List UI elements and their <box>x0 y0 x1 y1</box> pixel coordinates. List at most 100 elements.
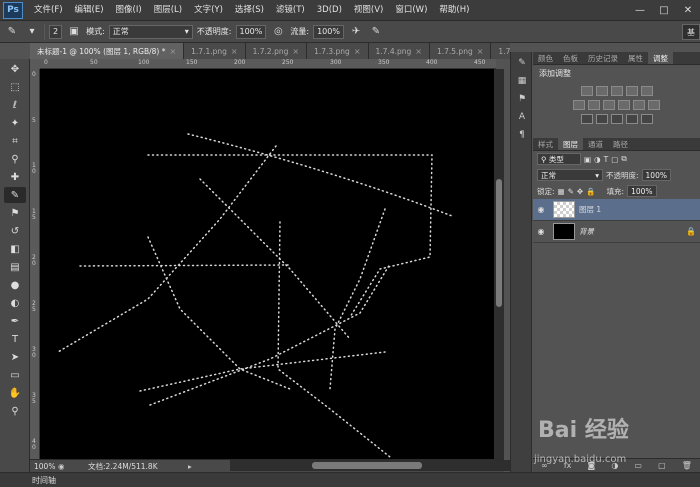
menu-file[interactable]: 文件(F) <box>28 0 69 21</box>
eraser-tool-icon[interactable]: ◧ <box>4 241 26 257</box>
lock-all-icon[interactable]: 🔒 <box>586 187 595 196</box>
hand-tool-icon[interactable]: ✋ <box>4 385 26 401</box>
pen-tool-icon[interactable]: ✒ <box>4 313 26 329</box>
menu-type[interactable]: 文字(Y) <box>188 0 229 21</box>
vibrance-icon[interactable] <box>640 86 653 96</box>
tab-layers[interactable]: 图层 <box>558 138 583 150</box>
threshold-icon[interactable] <box>610 114 623 124</box>
brush-presets-icon[interactable]: ▦ <box>513 74 531 88</box>
exposure-icon[interactable] <box>625 86 638 96</box>
tab-document[interactable]: 1.7.1.png × <box>184 43 246 59</box>
tab-adjustments[interactable]: 调整 <box>648 52 673 64</box>
brush-tool-icon[interactable]: ✎ <box>4 187 26 203</box>
tab-color[interactable]: 颜色 <box>533 52 558 64</box>
menu-window[interactable]: 窗口(W) <box>389 0 433 21</box>
close-icon[interactable]: × <box>354 47 361 56</box>
lock-pixels-icon[interactable]: ✎ <box>568 187 574 196</box>
brightness-icon[interactable] <box>580 86 593 96</box>
healing-brush-tool-icon[interactable]: ✚ <box>4 169 26 185</box>
crop-tool-icon[interactable]: ⌗ <box>4 133 26 149</box>
posterize-icon[interactable] <box>595 114 608 124</box>
move-tool-icon[interactable]: ✥ <box>4 61 26 77</box>
play-right-icon[interactable]: ▸ <box>188 462 200 471</box>
tab-document[interactable]: 1.7.4.png × <box>368 43 430 59</box>
magic-wand-tool-icon[interactable]: ✦ <box>4 115 26 131</box>
menu-help[interactable]: 帮助(H) <box>433 0 475 21</box>
character-icon[interactable]: A <box>513 110 531 124</box>
levels-icon[interactable] <box>595 86 608 96</box>
visibility-eye-icon[interactable]: ◉ <box>533 205 549 214</box>
layer-row[interactable]: ◉ 图层 1 <box>533 199 700 221</box>
document-canvas[interactable] <box>40 69 494 459</box>
scrollbar-thumb[interactable] <box>496 179 502 307</box>
trash-icon[interactable]: 🗑 <box>682 461 692 470</box>
close-icon[interactable]: × <box>231 47 238 56</box>
brush-size-picker[interactable]: 2 <box>49 24 63 39</box>
menu-edit[interactable]: 编辑(E) <box>69 0 110 21</box>
blend-mode-select[interactable]: 正常 ▾ <box>537 169 603 181</box>
filter-adjustment-icon[interactable]: ◑ <box>594 155 601 164</box>
pressure-opacity-icon[interactable]: ◎ <box>270 24 286 40</box>
photo-filter-icon[interactable] <box>618 100 630 110</box>
filter-pixel-icon[interactable]: ▣ <box>584 155 591 164</box>
eyedropper-tool-icon[interactable]: ⚲ <box>4 151 26 167</box>
filter-shape-icon[interactable]: ▢ <box>611 155 618 164</box>
horizontal-scrollbar[interactable] <box>230 460 522 471</box>
tab-document[interactable]: 1.7.5.png × <box>429 43 492 59</box>
brush-panel-icon[interactable]: ▣ <box>66 24 82 40</box>
new-layer-icon[interactable]: ▢ <box>658 461 666 470</box>
menu-select[interactable]: 选择(S) <box>229 0 270 21</box>
workspace-button[interactable]: 基 <box>682 24 700 40</box>
maximize-button[interactable]: □ <box>652 0 676 20</box>
zoom-level[interactable]: 100% <box>30 462 58 471</box>
pressure-size-icon[interactable]: ✎ <box>368 24 384 40</box>
adjustment-icon[interactable]: ◑ <box>611 461 618 470</box>
hue-saturation-icon[interactable] <box>573 100 585 110</box>
paragraph-icon[interactable]: ¶ <box>513 128 531 142</box>
mask-icon[interactable]: ◙ <box>587 461 595 470</box>
chevron-down-icon[interactable]: ▾ <box>24 24 40 40</box>
zoom-tool-icon[interactable]: ⚲ <box>4 403 26 419</box>
marquee-tool-icon[interactable]: ⬚ <box>4 79 26 95</box>
mode-select[interactable]: 正常 ▾ <box>108 24 193 39</box>
gradient-tool-icon[interactable]: ▤ <box>4 259 26 275</box>
blur-tool-icon[interactable]: ● <box>4 277 26 293</box>
tab-properties[interactable]: 属性 <box>623 52 648 64</box>
close-icon[interactable]: × <box>292 47 299 56</box>
menu-filter[interactable]: 滤镜(T) <box>270 0 311 21</box>
tab-document[interactable]: 1.7.3.png × <box>307 43 369 59</box>
tab-document-active[interactable]: 未标题-1 @ 100% (图层 1, RGB/8) * × <box>30 43 185 59</box>
timeline-tab[interactable]: 时间轴 <box>32 475 56 486</box>
menu-image[interactable]: 图像(I) <box>110 0 148 21</box>
channel-mixer-icon[interactable] <box>633 100 645 110</box>
dodge-tool-icon[interactable]: ◐ <box>4 295 26 311</box>
close-icon[interactable]: × <box>477 47 484 56</box>
vertical-scrollbar[interactable] <box>494 69 504 459</box>
tab-history[interactable]: 历史记录 <box>583 52 623 64</box>
close-icon[interactable]: × <box>169 47 176 56</box>
status-info-icon[interactable]: ◉ <box>58 462 68 471</box>
fx-icon[interactable]: fx <box>564 461 572 470</box>
history-brush-tool-icon[interactable]: ↺ <box>4 223 26 239</box>
layer-opacity-field[interactable]: 100% <box>641 169 671 181</box>
fill-field[interactable]: 100% <box>627 185 657 197</box>
tab-styles[interactable]: 样式 <box>533 138 558 150</box>
color-balance-icon[interactable] <box>588 100 600 110</box>
close-icon[interactable]: × <box>415 47 422 56</box>
color-lookup-icon[interactable] <box>648 100 660 110</box>
shape-tool-icon[interactable]: ▭ <box>4 367 26 383</box>
selective-color-icon[interactable] <box>640 114 653 124</box>
type-tool-icon[interactable]: T <box>4 331 26 347</box>
layer-filter-select[interactable]: ⚲ 类型 <box>537 153 581 165</box>
folder-icon[interactable]: ▭ <box>634 461 642 470</box>
tab-swatches[interactable]: 色板 <box>558 52 583 64</box>
clone-source-icon[interactable]: ⚑ <box>513 92 531 106</box>
lock-transparent-icon[interactable]: ▦ <box>558 187 565 196</box>
visibility-eye-icon[interactable]: ◉ <box>533 227 549 236</box>
scrollbar-thumb[interactable] <box>312 462 422 469</box>
black-white-icon[interactable] <box>603 100 615 110</box>
path-selection-tool-icon[interactable]: ➤ <box>4 349 26 365</box>
tab-paths[interactable]: 路径 <box>608 138 633 150</box>
opacity-field[interactable]: 100% <box>235 24 267 39</box>
invert-icon[interactable] <box>580 114 593 124</box>
